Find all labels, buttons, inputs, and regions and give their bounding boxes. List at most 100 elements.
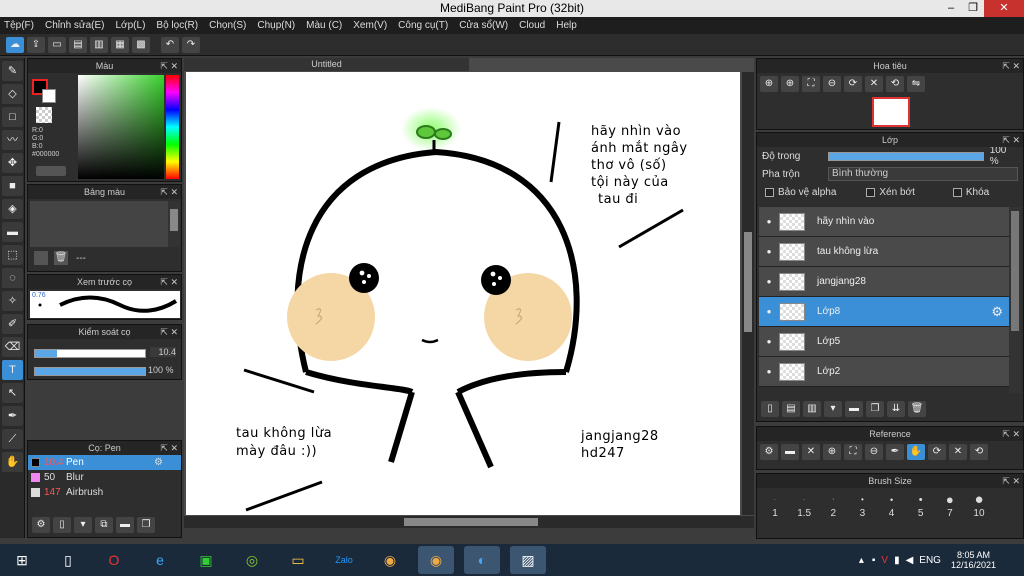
zoom-in-icon[interactable]: ⊕ xyxy=(823,444,841,460)
eyedropper-icon[interactable]: ✒ xyxy=(886,444,904,460)
volume-icon[interactable]: ◀ xyxy=(906,555,914,566)
brush-size-option[interactable]: · 1.5 xyxy=(790,492,818,519)
brush-copy-icon[interactable]: ⧉ xyxy=(95,517,113,533)
tray-arrow-icon[interactable]: ▴ xyxy=(859,555,864,566)
select-tool-icon[interactable]: ⬚ xyxy=(2,245,23,265)
layer-item[interactable]: ● jangjang28 xyxy=(759,267,1009,297)
new-layer-8bit-icon[interactable]: ▥ xyxy=(803,401,821,417)
zoom-in-icon-2[interactable]: ⊕ xyxy=(781,76,799,92)
menu-layer[interactable]: Lớp(L) xyxy=(116,20,146,31)
store-icon[interactable]: ▣ xyxy=(188,546,224,574)
new-palette-icon[interactable] xyxy=(34,251,48,265)
duplicate-layer-icon[interactable]: ❐ xyxy=(866,401,884,417)
cloud-icon[interactable]: ☁ xyxy=(6,36,24,53)
brush-opacity-slider[interactable] xyxy=(34,367,146,376)
chrome-icon-2[interactable]: ◉ xyxy=(418,546,454,574)
hand-icon[interactable]: ✋ xyxy=(907,444,925,460)
brush-menu-icon[interactable]: ▾ xyxy=(74,517,92,533)
eraser-tool-icon[interactable]: ◇ xyxy=(2,84,23,104)
eyedropper-icon[interactable]: ✒ xyxy=(2,406,23,426)
layer-item[interactable]: ● Lớp2 xyxy=(759,357,1009,387)
comment-icon[interactable]: ▭ xyxy=(48,36,66,53)
add-reference-icon[interactable]: ⚙ xyxy=(760,444,778,460)
visibility-icon[interactable]: ● xyxy=(759,247,779,256)
windows-start-icon[interactable]: ⊞ xyxy=(4,546,40,574)
minimize-button[interactable]: – xyxy=(940,0,962,17)
visibility-icon[interactable]: ● xyxy=(759,277,779,286)
dot-tool-icon[interactable]: □ xyxy=(2,107,23,127)
menu-window[interactable]: Cửa sổ(W) xyxy=(459,20,508,31)
menu-color[interactable]: Màu (C) xyxy=(306,20,342,31)
select-pen-icon[interactable]: ✐ xyxy=(2,314,23,334)
layer-item[interactable]: ● Lớp5 xyxy=(759,327,1009,357)
tray-app-icon[interactable]: ▪ xyxy=(872,555,876,566)
brush-item-airbrush[interactable]: 147 Airbrush xyxy=(28,485,181,500)
palette-scrollbar[interactable] xyxy=(168,201,180,247)
visibility-icon[interactable]: ● xyxy=(759,217,779,226)
fit-icon[interactable]: ⛶ xyxy=(802,76,820,92)
zoom-in-icon[interactable]: ⊕ xyxy=(760,76,778,92)
navigator-thumbnail[interactable] xyxy=(872,97,910,127)
menu-tools[interactable]: Công cụ(T) xyxy=(398,20,448,31)
fill-rect-icon[interactable]: ■ xyxy=(2,176,23,196)
layer-item[interactable]: ● tau không lừa xyxy=(759,237,1009,267)
share-icon[interactable]: ⇪ xyxy=(27,36,45,53)
magic-wand-icon[interactable]: ✧ xyxy=(2,291,23,311)
background-color-swatch[interactable] xyxy=(42,89,56,103)
tray-v-icon[interactable]: V xyxy=(881,555,888,566)
transparent-swatch[interactable] xyxy=(36,107,52,123)
new-halftone-layer-icon[interactable]: ▤ xyxy=(782,401,800,417)
canvas-vertical-scrollbar[interactable] xyxy=(742,72,754,515)
visibility-icon[interactable]: ● xyxy=(759,307,779,316)
coccoc-icon[interactable]: ◎ xyxy=(234,546,270,574)
zoom-out-icon[interactable]: ⊖ xyxy=(865,444,883,460)
tiles-icon[interactable]: ▩ xyxy=(132,36,150,53)
close-button[interactable]: ✕ xyxy=(984,0,1024,17)
divide-tool-icon[interactable]: ⟋ xyxy=(2,429,23,449)
gear-icon[interactable]: ⚙ xyxy=(154,457,163,468)
stroke-tool-icon[interactable]: 〰 xyxy=(2,130,23,150)
hue-slider[interactable] xyxy=(166,75,179,179)
menu-select[interactable]: Chọn(S) xyxy=(209,20,246,31)
redo-icon[interactable]: ↷ xyxy=(182,36,200,53)
new-brush-icon[interactable]: ▯ xyxy=(53,517,71,533)
layer-item[interactable]: ● hãy nhìn vào xyxy=(759,207,1009,237)
brush-size-option[interactable]: • 4 xyxy=(878,492,906,519)
brush-size-option[interactable]: ● 10 xyxy=(965,492,993,520)
reset-icon[interactable]: ✕ xyxy=(949,444,967,460)
document-tab[interactable]: Untitled xyxy=(184,58,469,71)
menu-view[interactable]: Xem(V) xyxy=(353,20,387,31)
zoom-out-icon[interactable]: ⊖ xyxy=(823,76,841,92)
clipping-checkbox[interactable] xyxy=(866,187,876,197)
fit-icon[interactable]: ⛶ xyxy=(844,444,862,460)
menu-file[interactable]: Tệp(F) xyxy=(4,20,34,31)
brush-size-option[interactable]: · 1 xyxy=(761,492,789,519)
visibility-icon[interactable]: ● xyxy=(759,367,779,376)
rotate-icon[interactable]: ⟳ xyxy=(844,76,862,92)
photos-icon[interactable]: ▨ xyxy=(510,546,546,574)
brush-size-value[interactable]: 10.4 xyxy=(150,347,176,357)
network-icon[interactable]: ▮ xyxy=(894,555,900,566)
gear-icon[interactable]: ⚙ xyxy=(991,304,1003,320)
brush-size-option[interactable]: · 2 xyxy=(819,492,847,519)
brush-tool-icon[interactable]: ✎ xyxy=(2,61,23,81)
rotate-icon[interactable]: ⟳ xyxy=(928,444,946,460)
taskbar-clock[interactable]: 8:05 AM 12/16/2021 xyxy=(951,550,996,570)
folder-icon[interactable]: ▭ xyxy=(280,546,316,574)
close-reference-icon[interactable]: ✕ xyxy=(802,444,820,460)
menu-filter[interactable]: Bộ lọc(R) xyxy=(156,20,198,31)
grid-icon[interactable]: ▦ xyxy=(111,36,129,53)
brush-size-option[interactable]: ● 7 xyxy=(936,492,964,519)
new-layer-menu-icon[interactable]: ▾ xyxy=(824,401,842,417)
undo-icon[interactable]: ↶ xyxy=(161,36,179,53)
layer-scrollbar[interactable] xyxy=(1009,207,1021,393)
document-icon[interactable]: ▥ xyxy=(90,36,108,53)
chat-icon[interactable]: ▤ xyxy=(69,36,87,53)
opera-icon[interactable]: O xyxy=(96,546,132,574)
color-mode-buttons[interactable] xyxy=(36,166,66,176)
bucket-tool-icon[interactable]: ◈ xyxy=(2,199,23,219)
folder-icon[interactable]: ▬ xyxy=(845,401,863,417)
canvas-horizontal-scrollbar[interactable] xyxy=(184,516,754,528)
menu-snap[interactable]: Chụp(N) xyxy=(257,20,295,31)
merge-layer-icon[interactable]: ⇊ xyxy=(887,401,905,417)
